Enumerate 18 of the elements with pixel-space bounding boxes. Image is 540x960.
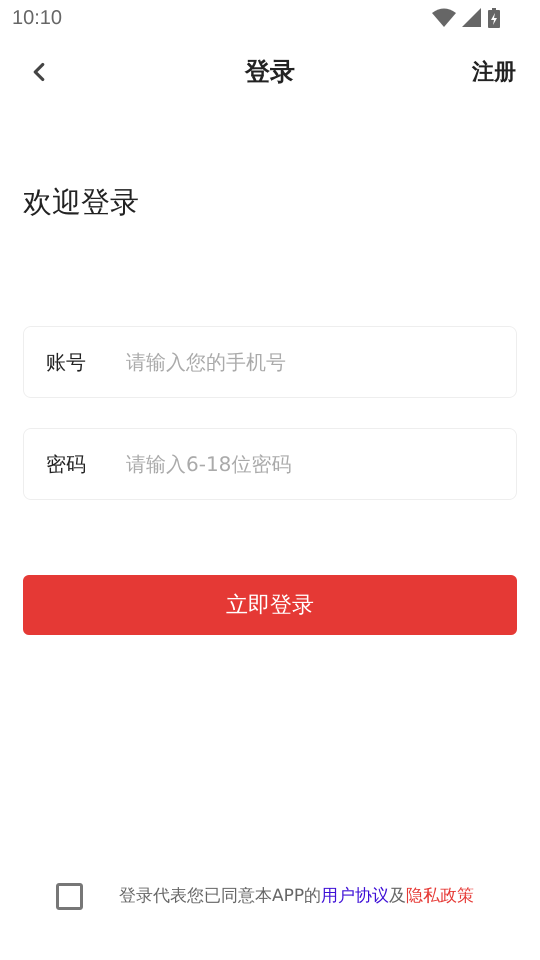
field-label: 账号 (46, 349, 87, 376)
login-field[interactable]: 密码 请输入6-18位密码 (23, 428, 517, 500)
register-link[interactable]: 注册 (472, 56, 516, 88)
login-field[interactable]: 账号 请输入您的手机号 (23, 326, 517, 398)
signal-icon (462, 8, 482, 28)
input-field[interactable]: 请输入6-18位密码 (126, 449, 494, 479)
wifi-icon (432, 8, 456, 28)
policy-link[interactable]: 用户协议 (321, 886, 390, 906)
agreement-text: 登录代表您已同意本APP的用户协议及隐私政策 (119, 884, 474, 908)
input-field[interactable]: 请输入您的手机号 (126, 347, 494, 377)
field-label: 密码 (46, 451, 87, 478)
policy-link[interactable]: 隐私政策 (406, 886, 474, 906)
page-title: 登录 (245, 56, 295, 88)
login-button[interactable]: 立即登录 (23, 575, 517, 635)
battery-icon (488, 8, 500, 28)
status-time: 10:10 (12, 6, 62, 31)
welcome-heading: 欢迎登录 (23, 184, 140, 221)
agree-checkbox[interactable] (56, 883, 83, 910)
